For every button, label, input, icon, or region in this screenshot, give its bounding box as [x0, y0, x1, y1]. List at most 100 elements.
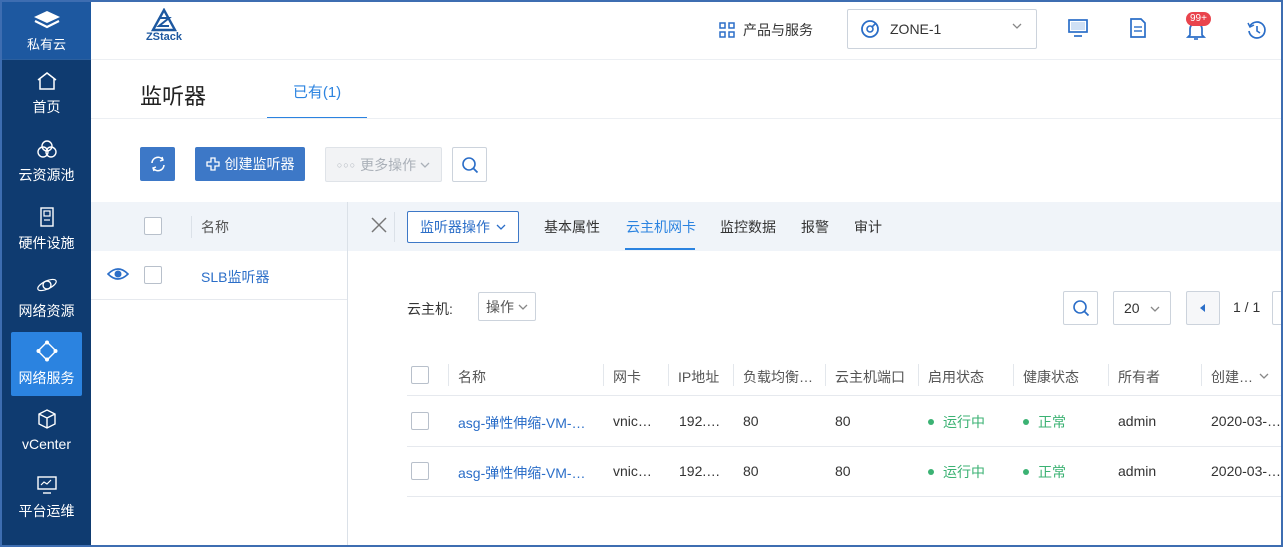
notification-badge: 99+	[1186, 12, 1211, 26]
close-icon[interactable]	[370, 216, 388, 234]
tab-alarm[interactable]: 报警	[801, 217, 829, 237]
search-icon	[461, 156, 478, 173]
monitor-icon	[36, 476, 57, 494]
search-button[interactable]	[452, 147, 487, 182]
vm-operation-button[interactable]: 操作	[478, 292, 536, 321]
sidebar-item-resource-pool[interactable]: 云资源池	[2, 128, 91, 196]
logo-text: ZStack	[145, 31, 183, 43]
select-all-vm-checkbox[interactable]	[411, 366, 429, 384]
column-name[interactable]: 名称	[458, 367, 486, 387]
owner-cell: admin	[1118, 463, 1157, 479]
prev-page-button[interactable]	[1186, 291, 1220, 325]
zstack-logo[interactable]: ZStack	[141, 8, 187, 43]
create-listener-button[interactable]: 创建监听器	[195, 147, 305, 181]
column-vm-port[interactable]: 云主机端口	[835, 367, 905, 387]
sidebar-item-network-resource[interactable]: 网络资源	[2, 264, 91, 332]
list-header-name: 名称	[201, 219, 229, 235]
sidebar-item-label: 首页	[32, 99, 61, 115]
sidebar-brand[interactable]: 私有云	[2, 2, 91, 60]
more-actions-button[interactable]: ○○○ 更多操作	[325, 147, 442, 182]
row-checkbox[interactable]	[411, 412, 429, 430]
state-cell: 运行中	[928, 412, 985, 432]
lb-port-cell: 80	[743, 463, 759, 479]
column-divider	[825, 364, 826, 386]
chevron-down-icon[interactable]	[1259, 372, 1269, 380]
column-state[interactable]: 启用状态	[928, 367, 984, 387]
eye-icon[interactable]	[107, 265, 129, 283]
tab-vm-nic[interactable]: 云主机网卡	[626, 217, 696, 237]
vm-name-link[interactable]: asg-弹性伸缩-VM-…	[458, 463, 593, 483]
column-created[interactable]: 创建…	[1211, 367, 1253, 387]
sidebar-item-label: 网络资源	[18, 303, 75, 319]
products-services-label: 产品与服务	[743, 22, 813, 38]
column-divider	[603, 364, 604, 386]
state-text: 运行中	[943, 414, 985, 430]
row-checkbox[interactable]	[144, 266, 162, 284]
page-size-value: 20	[1124, 300, 1140, 316]
status-dot-icon	[1023, 469, 1029, 476]
listener-name-link[interactable]: SLB监听器	[201, 267, 269, 287]
health-cell: 正常	[1023, 412, 1066, 432]
document-icon[interactable]	[1127, 17, 1149, 39]
table-row[interactable]: asg-弹性伸缩-VM-… vnic… 192.… 80 80 运行中 正常 a…	[407, 447, 1281, 497]
history-icon[interactable]	[1246, 19, 1268, 41]
table-row[interactable]: asg-弹性伸缩-VM-… vnic… 192.… 80 80 运行中 正常 a…	[407, 397, 1282, 447]
sidebar-item-ops[interactable]: 平台运维	[2, 464, 91, 532]
tab-basic-properties[interactable]: 基本属性	[544, 217, 600, 237]
page-info: 1 / 1	[1233, 299, 1261, 315]
top-bar: ZStack 产品与服务 ZONE-1 99+	[91, 2, 1281, 60]
column-divider	[1108, 364, 1109, 386]
owner-cell: admin	[1118, 413, 1157, 429]
vm-name-link[interactable]: asg-弹性伸缩-VM-…	[458, 413, 593, 433]
network-resource-icon	[36, 278, 57, 292]
chevron-down-icon	[1150, 306, 1160, 312]
row-checkbox[interactable]	[411, 462, 429, 480]
nic-cell: vnic…	[613, 463, 652, 479]
zstack-logo-icon	[150, 8, 178, 32]
tab-existing[interactable]: 已有(1)	[267, 75, 367, 119]
list-item[interactable]: SLB监听器	[91, 251, 347, 300]
sidebar-item-vcenter[interactable]: vCenter	[2, 396, 91, 464]
page-size-select[interactable]: 20	[1113, 291, 1171, 325]
tab-monitoring[interactable]: 监控数据	[720, 217, 776, 237]
created-cell: 2020-03-…	[1211, 413, 1282, 429]
vm-operation-label: 操作	[486, 298, 514, 315]
column-divider	[733, 364, 734, 386]
chevron-down-icon	[1012, 23, 1022, 29]
tab-audit[interactable]: 审计	[854, 217, 882, 237]
panel-divider	[347, 202, 348, 545]
desktop-icon[interactable]	[1067, 17, 1089, 39]
chevron-down-icon	[518, 304, 528, 310]
refresh-button[interactable]	[140, 147, 175, 181]
sidebar-item-label: 网络服务	[18, 370, 75, 386]
products-services-menu[interactable]: 产品与服务	[719, 20, 813, 40]
grid-icon	[719, 22, 735, 38]
column-lb-port[interactable]: 负载均衡…	[743, 367, 813, 387]
table-search-button[interactable]	[1063, 291, 1098, 325]
sidebar-item-label: 平台运维	[18, 503, 75, 519]
next-page-button[interactable]	[1272, 291, 1281, 325]
status-dot-icon	[928, 419, 934, 426]
nic-cell: vnic…	[613, 413, 652, 429]
sidebar-brand-label: 私有云	[26, 36, 66, 52]
zone-select[interactable]: ZONE-1	[847, 9, 1037, 49]
create-listener-label: 创建监听器	[224, 156, 295, 172]
layers-icon	[33, 10, 60, 28]
caret-left-icon	[1200, 304, 1205, 312]
state-text: 运行中	[943, 464, 985, 480]
chevron-down-icon	[420, 162, 430, 168]
column-owner[interactable]: 所有者	[1118, 367, 1160, 387]
chevron-down-icon	[496, 224, 506, 230]
sidebar-item-home[interactable]: 首页	[2, 60, 91, 128]
listener-actions-button[interactable]: 监听器操作	[407, 211, 519, 243]
select-all-checkbox[interactable]	[144, 217, 162, 235]
app-window: 私有云 首页 云资源池 硬件设施 网络资源 网络服务 vCenter 平台运维 …	[0, 0, 1283, 547]
header-divider	[394, 212, 395, 242]
sidebar-item-network-service[interactable]: 网络服务	[11, 332, 82, 396]
status-dot-icon	[1023, 419, 1029, 426]
sidebar-item-hardware[interactable]: 硬件设施	[2, 196, 91, 264]
column-ip[interactable]: IP地址	[678, 367, 719, 387]
table-header: 名称 网卡 IP地址 负载均衡… 云主机端口 启用状态 健康状态 所有者 创建…	[407, 354, 1281, 396]
column-nic[interactable]: 网卡	[613, 367, 641, 387]
column-health[interactable]: 健康状态	[1023, 367, 1079, 387]
